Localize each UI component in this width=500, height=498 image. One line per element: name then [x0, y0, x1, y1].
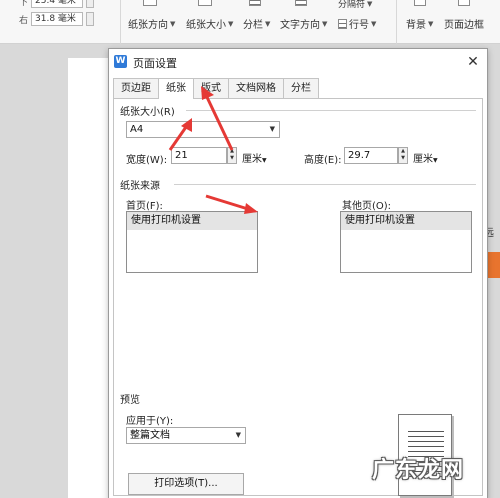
arrow-to-paper-tab [204, 94, 234, 151]
watermark-logo: 广东龙网 [372, 458, 465, 483]
tab-paper[interactable]: 纸张 [158, 78, 194, 99]
red-annotation-arrows [168, 86, 258, 214]
arrow-to-first-page-list [205, 194, 249, 211]
annotation-arrows [168, 86, 258, 214]
arrow-to-width-field [168, 126, 188, 151]
arrow-head [244, 203, 258, 214]
